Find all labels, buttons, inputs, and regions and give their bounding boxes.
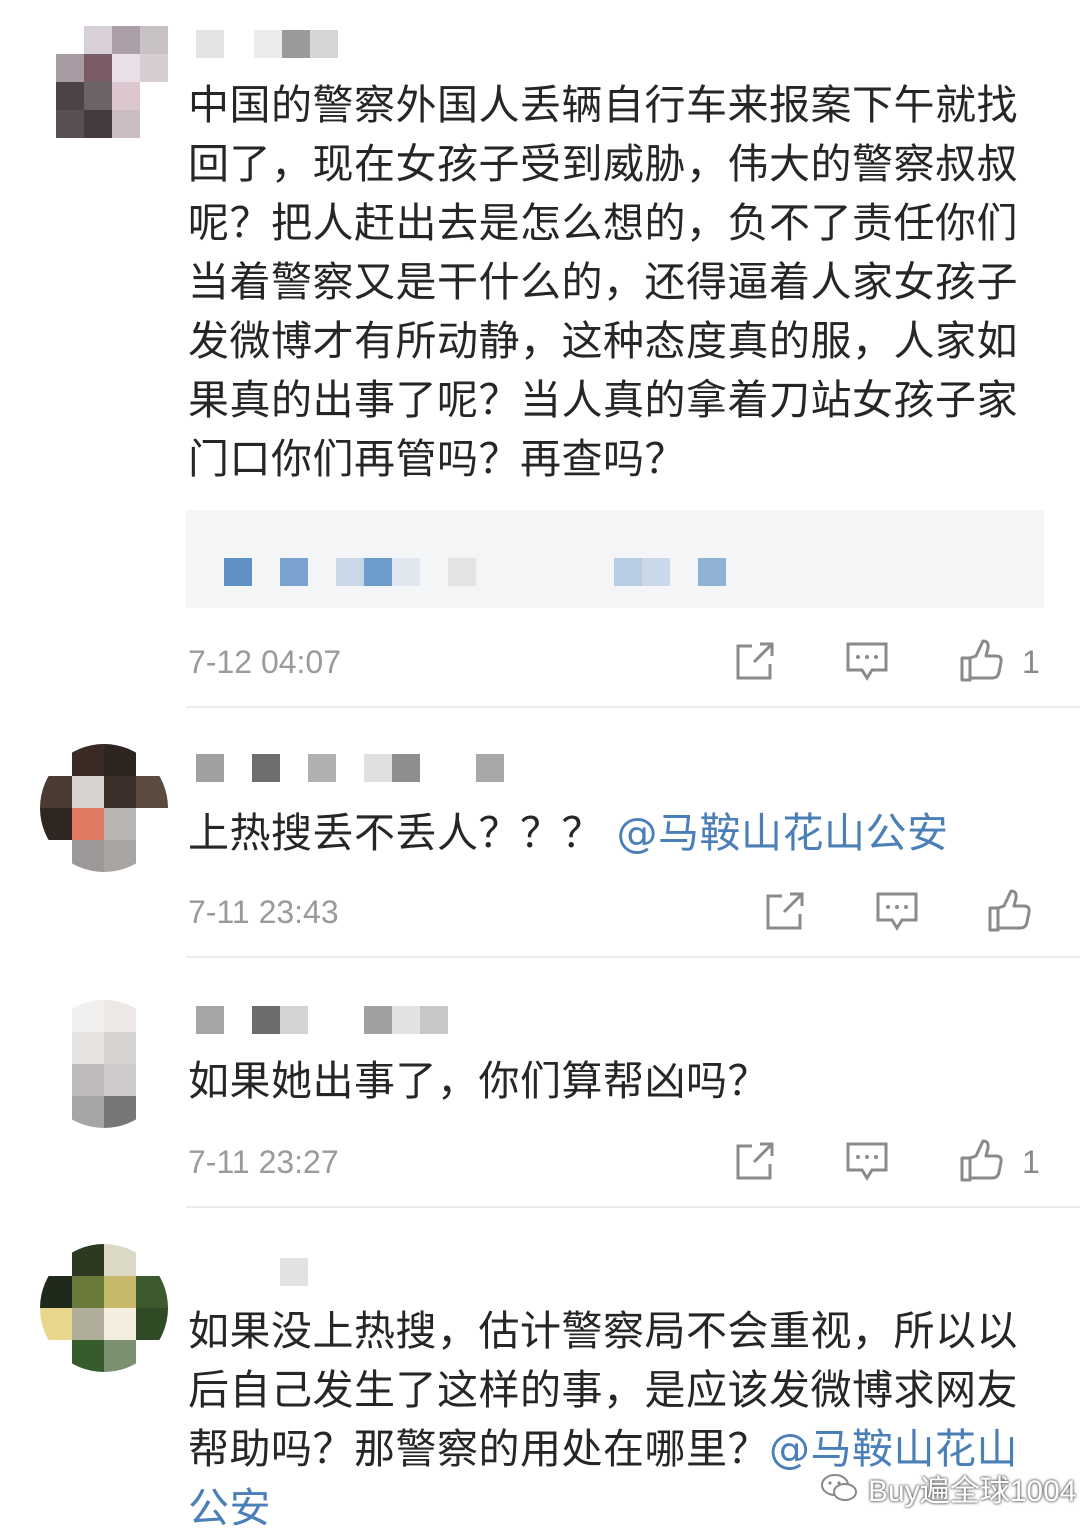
- thumbs-up-icon[interactable]: [986, 888, 1032, 934]
- avatar[interactable]: [40, 744, 168, 872]
- avatar[interactable]: [56, 26, 168, 138]
- thumbs-up-icon[interactable]: [958, 1138, 1004, 1184]
- timestamp: 7-11 23:27: [188, 1144, 339, 1180]
- watermark: Buy遍全球1004: [820, 1468, 1076, 1508]
- timestamp: 7-12 04:07: [188, 644, 342, 680]
- comment-icon[interactable]: [844, 1138, 890, 1184]
- thumbs-up-icon[interactable]: [958, 638, 1004, 684]
- username-mosaic[interactable]: [196, 30, 338, 58]
- comment-meta: 7-11 23:43: [188, 888, 1048, 938]
- divider: [186, 706, 1080, 708]
- comment-icon[interactable]: [874, 888, 920, 934]
- avatar[interactable]: [40, 1000, 168, 1128]
- comment-body: 上热搜丢不丢人？？？: [188, 809, 603, 857]
- avatar[interactable]: [40, 1244, 168, 1372]
- wechat-icon: [821, 1474, 857, 1501]
- like-count: 1: [1022, 1144, 1040, 1180]
- watermark-text: Buy遍全球1004: [868, 1475, 1077, 1508]
- quoted-content-mosaic[interactable]: [186, 510, 1044, 608]
- comment-text: 上热搜丢不丢人？？？ @马鞍山花山公安: [188, 804, 1048, 863]
- like-count: 1: [1022, 644, 1040, 680]
- mention-link[interactable]: @马鞍山花山公安: [617, 809, 949, 857]
- divider: [186, 956, 1080, 958]
- comment-meta: 7-12 04:07 1: [188, 638, 1048, 688]
- share-icon[interactable]: [732, 638, 778, 684]
- comment-text: 如果她出事了，你们算帮凶吗？: [188, 1057, 769, 1105]
- share-icon[interactable]: [762, 888, 808, 934]
- share-icon[interactable]: [732, 1138, 778, 1184]
- comment-icon[interactable]: [844, 638, 890, 684]
- username-mosaic[interactable]: [196, 754, 504, 782]
- comment-meta: 7-11 23:27 1: [188, 1138, 1048, 1188]
- username-mosaic[interactable]: [196, 1258, 308, 1286]
- username-mosaic[interactable]: [196, 1006, 448, 1034]
- comment-text: 中国的警察外国人丢辆自行车来报案下午就找回了，现在女孩子受到威胁，伟大的警察叔叔…: [188, 81, 1018, 483]
- comment-feed: 中国的警察外国人丢辆自行车来报案下午就找回了，现在女孩子受到威胁，伟大的警察叔叔…: [0, 0, 1080, 1538]
- timestamp: 7-11 23:43: [188, 894, 339, 930]
- divider: [186, 1206, 1080, 1208]
